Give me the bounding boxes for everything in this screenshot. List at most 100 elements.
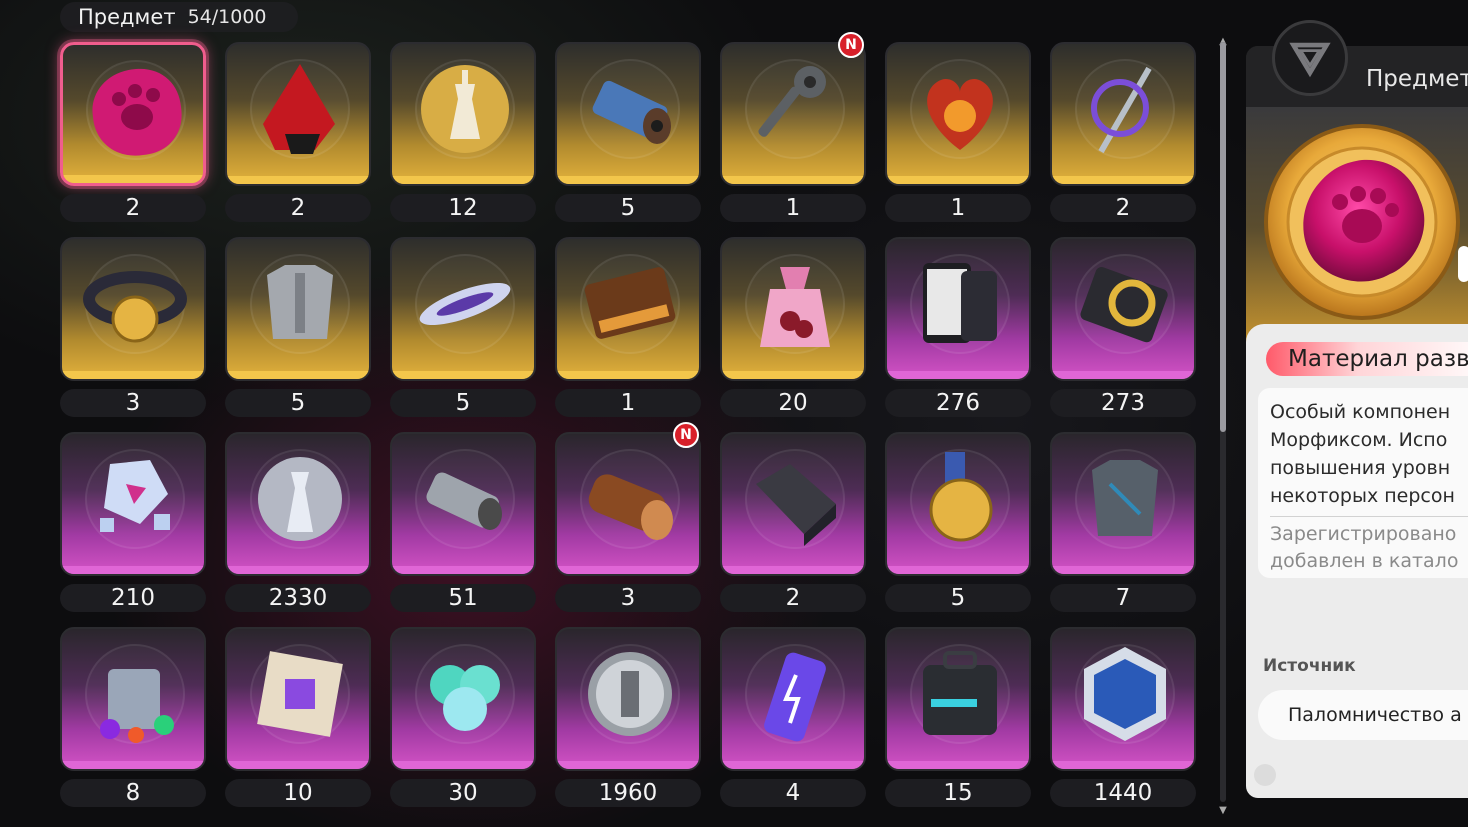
item-card[interactable] (1050, 627, 1196, 771)
dark-armor-icon (1092, 460, 1158, 536)
inventory-slot[interactable]: 3 (60, 237, 206, 423)
new-badge: N (673, 422, 699, 448)
inventory-slot[interactable]: 30 (390, 627, 536, 813)
item-card[interactable] (720, 627, 866, 771)
inventory-slot[interactable]: 5 (390, 237, 536, 423)
item-card[interactable] (60, 627, 206, 771)
inventory-slot[interactable]: 5 (555, 42, 701, 228)
item-card[interactable] (885, 42, 1031, 186)
inventory-slot[interactable]: 4 (720, 627, 866, 813)
item-card[interactable] (885, 432, 1031, 576)
item-card[interactable] (60, 42, 206, 186)
item-card[interactable] (390, 432, 536, 576)
inventory-slot[interactable]: 7 (1050, 432, 1196, 618)
description-line: повышения уровн (1270, 457, 1451, 479)
gold-medal-icon (929, 452, 993, 542)
item-quantity: 1960 (555, 779, 701, 807)
inventory-slot[interactable]: 276 (885, 237, 1031, 423)
description-line: Морфиксом. Испо (1270, 429, 1448, 451)
inventory-slot[interactable]: 2 (60, 42, 206, 228)
note-line: добавлен в катало (1270, 550, 1459, 572)
item-quantity: 4 (720, 779, 866, 807)
item-quantity: 7 (1050, 584, 1196, 612)
inventory-slot[interactable]: 2 (1050, 42, 1196, 228)
panel-title: Предмет (1366, 66, 1468, 92)
item-card[interactable] (60, 432, 206, 576)
inventory-slot[interactable]: 5 (225, 237, 371, 423)
steel-armor-icon (267, 265, 333, 339)
item-card[interactable] (1050, 237, 1196, 381)
item-quantity: 1 (720, 194, 866, 222)
item-card[interactable] (885, 237, 1031, 381)
inventory-slot[interactable]: 20 (720, 237, 866, 423)
item-card[interactable] (720, 432, 866, 576)
item-quantity: 51 (390, 584, 536, 612)
gear-box-icon (1080, 267, 1168, 343)
item-card[interactable] (390, 237, 536, 381)
item-quantity: 30 (390, 779, 536, 807)
item-quantity: 2 (225, 194, 371, 222)
item-card[interactable] (390, 627, 536, 771)
inventory-slot[interactable]: 1N (720, 32, 866, 228)
dark-block-icon (756, 464, 836, 546)
item-type-pill: Материал разв (1266, 342, 1468, 376)
item-quantity: 20 (720, 389, 866, 417)
inventory-slot[interactable]: 2330 (225, 432, 371, 618)
inventory-slot[interactable]: 5 (885, 432, 1031, 618)
item-card[interactable] (225, 42, 371, 186)
red-cloak-icon (263, 64, 335, 154)
item-quantity: 5 (555, 194, 701, 222)
item-card[interactable] (720, 42, 866, 186)
item-card[interactable] (390, 42, 536, 186)
inventory-slot[interactable]: 273 (1050, 237, 1196, 423)
mechanical-heart-icon (927, 79, 993, 150)
note-line: Зарегистрировано (1270, 523, 1457, 545)
inventory-slot[interactable]: 15 (885, 627, 1031, 813)
thread-spool-icon (592, 80, 671, 144)
item-card[interactable] (885, 627, 1031, 771)
item-grid: 2 2 12 5 1 N 1 2 3 5 5 1 20 276 273 210 2330 51 3 N 2 5 7 8 10 30… (60, 32, 1200, 822)
inventory-slot[interactable]: 210 (60, 432, 206, 618)
inventory-slot[interactable]: 3N (555, 422, 701, 618)
description-line: Особый компонен (1270, 401, 1451, 423)
item-card[interactable] (225, 627, 371, 771)
item-quantity: 3 (555, 584, 701, 612)
description-line: некоторых персон (1270, 485, 1455, 507)
item-card[interactable] (555, 432, 701, 576)
item-quantity: 273 (1050, 389, 1196, 417)
scrollbar[interactable] (1220, 42, 1226, 802)
item-card[interactable] (225, 237, 371, 381)
gold-buckle-collar-icon (83, 271, 187, 343)
source-label: Источник (1263, 656, 1356, 676)
item-card[interactable] (225, 432, 371, 576)
scroll-down-arrow-icon[interactable]: ▼ (1217, 805, 1229, 816)
glitch-paper-icon (257, 651, 343, 737)
inventory-slot[interactable]: 8 (60, 627, 206, 813)
inventory-slot[interactable]: 1 (555, 237, 701, 423)
item-quantity: 8 (60, 779, 206, 807)
inventory-slot[interactable]: 2 (720, 432, 866, 618)
black-case-icon (923, 651, 997, 735)
item-card[interactable] (1050, 432, 1196, 576)
item-card[interactable] (555, 42, 701, 186)
panel-nav-handle[interactable] (1458, 246, 1468, 282)
inventory-slot[interactable]: 1440 (1050, 627, 1196, 813)
inventory-slot[interactable]: 12 (390, 42, 536, 228)
source-link[interactable]: Паломничество а (1258, 690, 1468, 740)
inventory-slot[interactable]: 1 (885, 42, 1031, 228)
item-quantity: 2 (1050, 194, 1196, 222)
inventory-slot[interactable]: 10 (225, 627, 371, 813)
inventory-slot[interactable]: 2 (225, 42, 371, 228)
item-card[interactable] (555, 627, 701, 771)
scrollbar-thumb[interactable] (1220, 42, 1226, 432)
inventory-slot[interactable]: 1960 (555, 627, 701, 813)
item-card[interactable] (555, 237, 701, 381)
pixel-coin-icon (588, 652, 672, 736)
item-quantity: 3 (60, 389, 206, 417)
inventory-slot[interactable]: 51 (390, 432, 536, 618)
item-card[interactable] (60, 237, 206, 381)
chess-king-icon (421, 65, 509, 153)
item-card[interactable] (720, 237, 866, 381)
inventory-screen: Предмет 54/1000 2 2 12 5 1 N 1 2 3 5 5 1 20 276 273 210… (0, 0, 1468, 827)
item-card[interactable] (1050, 42, 1196, 186)
